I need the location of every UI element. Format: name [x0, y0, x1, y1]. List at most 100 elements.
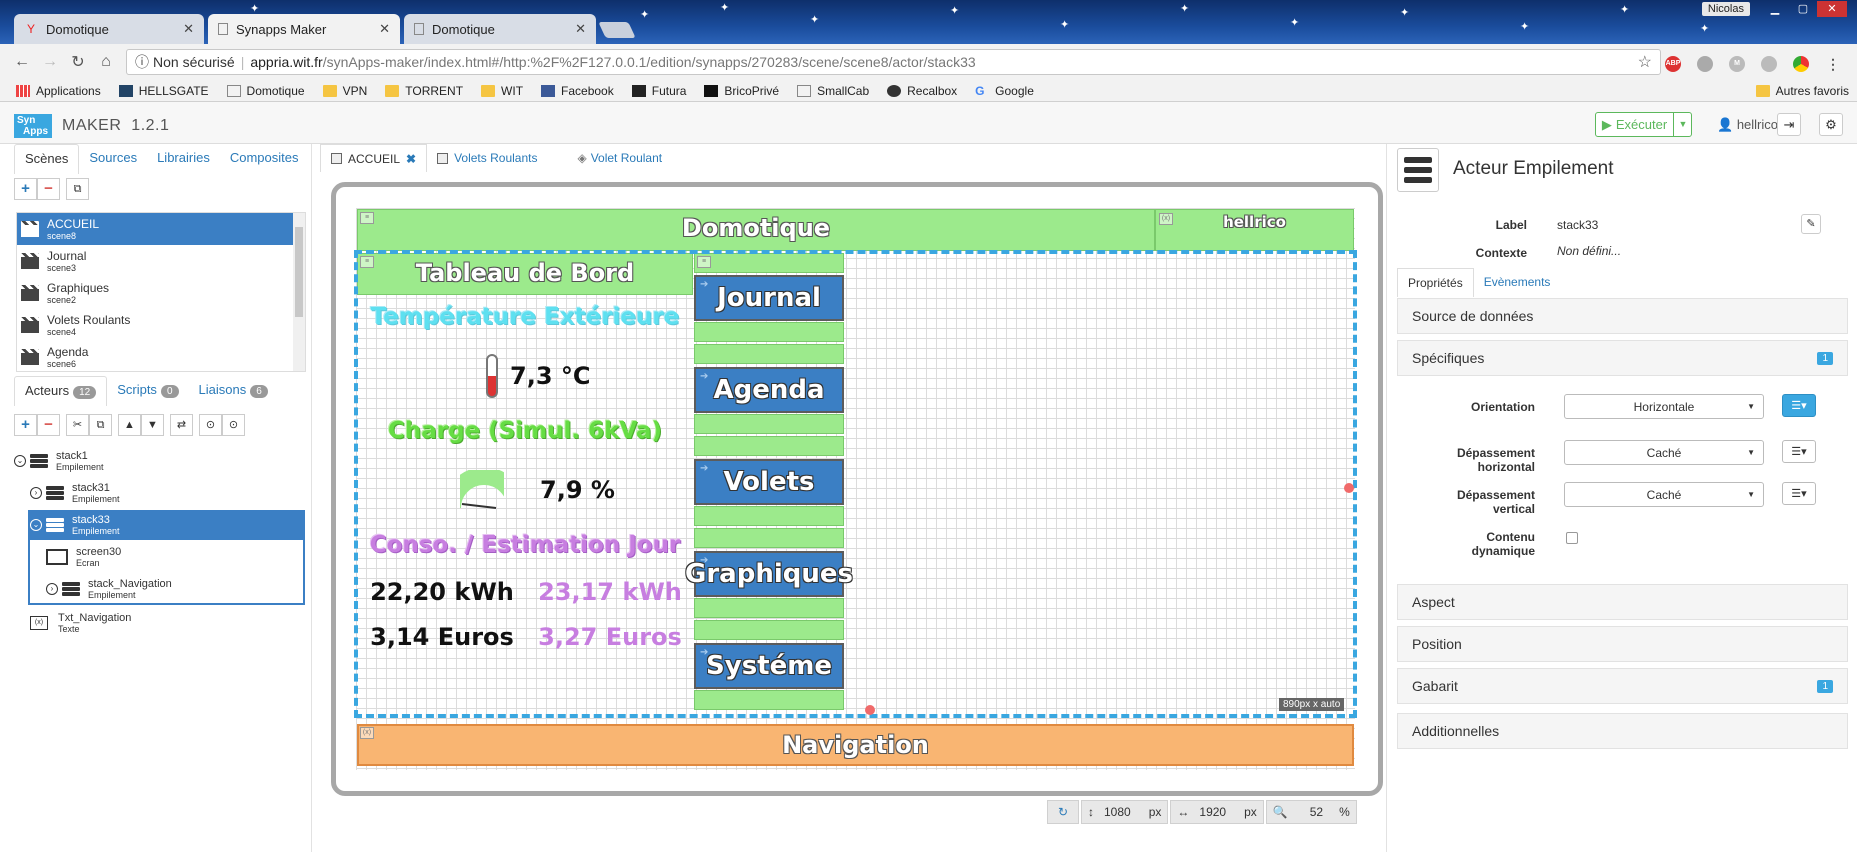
clapper-icon: [21, 253, 39, 269]
bookmark-item[interactable]: G Google: [975, 84, 1034, 98]
tree-node-selected[interactable]: ⌄ stack33 Empilement: [30, 510, 120, 540]
edit-label-icon[interactable]: ✎: [1801, 214, 1821, 234]
tab-scripts[interactable]: Scripts 0: [107, 376, 188, 406]
bookmark-item[interactable]: Futura: [631, 84, 686, 98]
tab-accueil[interactable]: ACCUEIL ✖: [320, 144, 428, 172]
maximize-icon[interactable]: ▢: [1791, 1, 1815, 17]
back-icon[interactable]: ←: [8, 53, 36, 71]
orientation-options-button[interactable]: ☰▾: [1782, 394, 1816, 417]
convert-button[interactable]: ⇄: [170, 414, 193, 436]
section-specifiques[interactable]: Spécifiques 1: [1397, 340, 1848, 376]
bookmark-folder[interactable]: TORRENT: [385, 84, 463, 98]
collapse-all-button[interactable]: ⊙: [199, 414, 222, 436]
dynamic-checkbox[interactable]: [1566, 532, 1578, 544]
copy-scene-button[interactable]: ⧉: [66, 178, 89, 200]
tab-volet-roulant[interactable]: ◈ Volet Roulant: [567, 144, 672, 172]
bookmark-item[interactable]: Domotique: [226, 84, 305, 98]
bookmark-item[interactable]: Facebook: [541, 84, 614, 98]
star-decoration: ✦: [810, 14, 820, 26]
cut-button[interactable]: ✂: [66, 414, 89, 436]
minimize-icon[interactable]: ▁: [1763, 1, 1787, 17]
section-additionnelles[interactable]: Additionnelles: [1397, 713, 1848, 749]
tree-node[interactable]: › stack_Navigation Empilement: [46, 574, 172, 604]
add-actor-button[interactable]: +: [14, 414, 37, 436]
reload-icon[interactable]: ↻: [64, 52, 92, 72]
scene-item[interactable]: Volets Roulants scene4: [17, 309, 305, 341]
move-up-button[interactable]: ▲: [118, 414, 141, 436]
bookmark-item[interactable]: Applications: [16, 84, 101, 98]
tab-sources[interactable]: Sources: [79, 144, 147, 174]
scene-list-scrollbar[interactable]: [293, 213, 305, 371]
close-tab-icon[interactable]: ✕: [379, 21, 390, 37]
menu-icon[interactable]: ⋮: [1825, 56, 1841, 72]
overflow-v-options-button[interactable]: ☰▾: [1782, 482, 1816, 505]
add-scene-button[interactable]: +: [14, 178, 37, 200]
scene-item[interactable]: ACCUEIL scene8: [17, 213, 305, 245]
browser-tab-active[interactable]: Synapps Maker ✕: [208, 14, 400, 44]
resize-handle[interactable]: [865, 705, 875, 715]
scene-item[interactable]: Journal scene3: [17, 245, 305, 277]
tab-volets-roulants[interactable]: Volets Roulants: [427, 144, 547, 172]
overflow-h-options-button[interactable]: ☰▾: [1782, 440, 1816, 463]
text-actor-icon: (x): [30, 616, 48, 630]
section-position[interactable]: Position: [1397, 626, 1848, 662]
copy-button[interactable]: ⧉: [89, 414, 112, 436]
close-tab-icon[interactable]: ✕: [183, 21, 194, 37]
section-gabarit[interactable]: Gabarit 1: [1397, 668, 1848, 704]
remove-scene-button[interactable]: −: [37, 178, 60, 200]
overflow-v-select[interactable]: Caché ▼: [1564, 482, 1764, 507]
tab-acteurs[interactable]: Acteurs 12: [14, 376, 108, 406]
scene-item[interactable]: Agenda scene6: [17, 341, 305, 371]
tab-proprietes[interactable]: Propriétés: [1397, 268, 1474, 297]
height-field[interactable]: ↕ 1080 px: [1081, 800, 1169, 824]
tab-librairies[interactable]: Librairies: [147, 144, 220, 174]
extension-icon[interactable]: [1761, 56, 1777, 72]
info-icon[interactable]: ⓘ: [127, 52, 149, 72]
user-name: 👤 hellrico: [1717, 117, 1778, 132]
move-down-button[interactable]: ▼: [141, 414, 164, 436]
refresh-icon[interactable]: ↻: [1047, 800, 1079, 824]
tree-node[interactable]: ⌄ stack1 Empilement: [14, 446, 104, 476]
home-icon[interactable]: ⌂: [92, 53, 120, 71]
bookmark-item[interactable]: SmallCab: [797, 84, 869, 98]
scene-item[interactable]: Graphiques scene2: [17, 277, 305, 309]
other-bookmarks[interactable]: Autres favoris: [1755, 84, 1849, 98]
tab-evenements[interactable]: Evènements: [1474, 268, 1561, 297]
bookmark-star-icon[interactable]: ☆: [1638, 52, 1652, 72]
overflow-h-select[interactable]: Caché ▼: [1564, 440, 1764, 465]
browser-tab[interactable]: Y Domotique ✕: [14, 14, 204, 44]
width-field[interactable]: ↔ 1920 px: [1170, 800, 1264, 824]
tab-scenes[interactable]: Scènes: [14, 144, 80, 174]
close-tab-icon[interactable]: ✕: [575, 21, 586, 37]
bookmark-folder[interactable]: VPN: [322, 84, 367, 98]
section-aspect[interactable]: Aspect: [1397, 584, 1848, 620]
tree-node[interactable]: › stack31 Empilement: [30, 478, 120, 508]
zoom-field[interactable]: 🔍 52%: [1265, 800, 1357, 824]
bookmark-folder[interactable]: WIT: [481, 84, 523, 98]
run-dropdown-icon[interactable]: ▼: [1673, 112, 1692, 137]
orientation-select[interactable]: Horizontale ▼: [1564, 394, 1764, 419]
resize-handle[interactable]: [1344, 483, 1354, 493]
extension-icon[interactable]: M: [1729, 56, 1745, 72]
url-field[interactable]: ⓘ Non sécurisé | appria.wit.fr/synApps-m…: [126, 49, 1661, 75]
close-window-icon[interactable]: ✕: [1817, 1, 1847, 17]
new-tab-button[interactable]: [598, 22, 636, 38]
tab-liaisons[interactable]: Liaisons 6: [189, 376, 278, 406]
tree-node[interactable]: (x) Txt_Navigation Texte: [30, 608, 131, 638]
bookmark-item[interactable]: HELLSGATE: [118, 84, 209, 98]
selection-outline[interactable]: [354, 250, 1357, 718]
bookmark-item[interactable]: Recalbox: [887, 84, 957, 98]
adblock-icon[interactable]: ABP: [1665, 56, 1681, 72]
extension-icon[interactable]: [1697, 56, 1713, 72]
expand-all-button[interactable]: ⊙: [222, 414, 245, 436]
gear-icon[interactable]: ⚙: [1819, 113, 1843, 136]
browser-tab[interactable]: Domotique ✕: [404, 14, 596, 44]
section-source[interactable]: Source de données: [1397, 298, 1848, 334]
bookmark-item[interactable]: BricoPrivé: [704, 84, 779, 98]
logout-icon[interactable]: ⇥: [1777, 113, 1801, 136]
forward-icon[interactable]: →: [36, 53, 64, 71]
chrome-icon[interactable]: [1793, 56, 1809, 72]
tab-composites[interactable]: Composites: [220, 144, 309, 174]
remove-actor-button[interactable]: −: [37, 414, 60, 436]
tree-node[interactable]: screen30 Ecran: [46, 542, 121, 572]
